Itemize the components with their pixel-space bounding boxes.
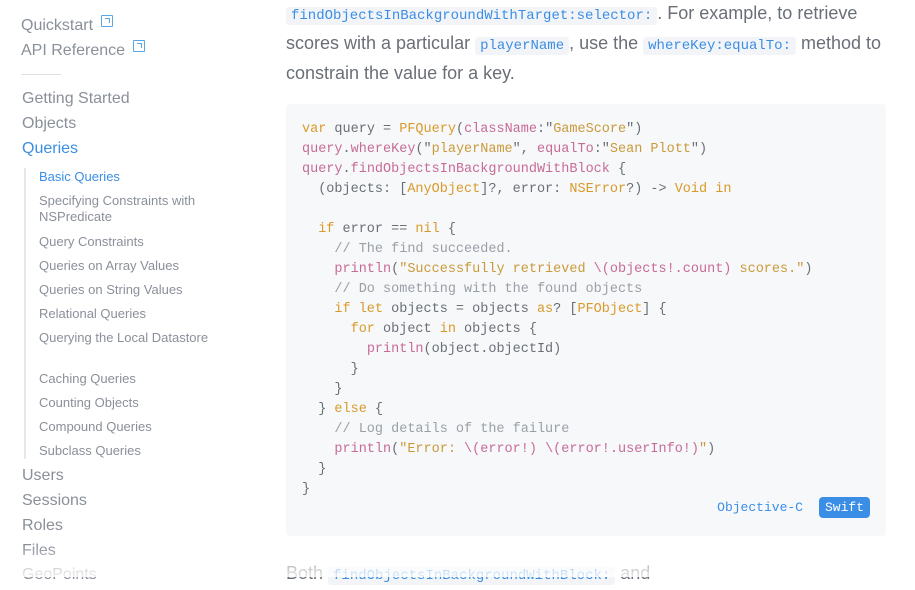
code-comment: // Do something with the found objects: [334, 282, 643, 297]
sidebar-item-files[interactable]: Files: [22, 542, 56, 560]
sidebar-item-getting-started[interactable]: Getting Started: [22, 90, 130, 108]
external-link-icon: [101, 15, 114, 27]
code-token: var: [302, 122, 327, 137]
code-token: NSError: [569, 182, 627, 197]
inline-code: findObjectsInBackgroundWithTarget:select…: [286, 7, 658, 25]
code-sample: var query = PFQuery(className:"GameScore…: [286, 104, 886, 536]
sidebar-item-users[interactable]: Users: [22, 467, 64, 485]
sidebar-item-geopoints[interactable]: GeoPoints: [22, 566, 97, 584]
sidebar-item-objects[interactable]: Objects: [22, 115, 76, 133]
sidebar-subitem-query-constraints[interactable]: Query Constraints: [39, 234, 209, 250]
language-option-objective-c[interactable]: Objective-C: [711, 497, 809, 518]
external-link-icon: [133, 40, 146, 52]
sidebar-subitem-caching-queries[interactable]: Caching Queries: [39, 371, 209, 387]
sidebar-item-roles[interactable]: Roles: [22, 517, 63, 535]
code-token: Void: [674, 182, 708, 197]
sidebar-subitem-string-values[interactable]: Queries on String Values: [39, 282, 209, 298]
sidebar-subitem-subclass-queries[interactable]: Subclass Queries: [39, 443, 209, 459]
code-token: PFQuery: [399, 122, 456, 137]
code-comment: // The find succeeded.: [334, 242, 513, 257]
sidebar-subitem-array-values[interactable]: Queries on Array Values: [39, 258, 209, 274]
sidebar-subitem-basic-queries[interactable]: Basic Queries: [39, 169, 209, 185]
code-token: whereKey: [350, 142, 416, 157]
sidebar-link-api-reference[interactable]: API Reference: [21, 40, 146, 60]
code-token: println: [334, 262, 392, 277]
inline-code: playerName: [475, 37, 570, 55]
code-token: equalTo: [536, 142, 594, 157]
code-token: Sean Plott: [609, 142, 691, 157]
code-block: var query = PFQuery(className:"GameScore…: [302, 122, 813, 497]
code-token: scores.": [731, 262, 805, 277]
code-token: query =: [326, 122, 400, 137]
code-token: \(error!): [464, 442, 537, 457]
code-token: playerName: [431, 142, 513, 157]
sidebar-link-label: Quickstart: [21, 17, 94, 34]
language-toggle: Objective-C Swift: [711, 497, 870, 518]
sidebar-subitem-local-datastore[interactable]: Querying the Local Datastore: [39, 330, 209, 346]
code-token: query: [302, 162, 343, 177]
code-token: println: [334, 442, 392, 457]
code-token: "Successfully retrieved: [399, 262, 594, 277]
intro-paragraph: findObjectsInBackgroundWithTarget:select…: [286, 0, 886, 87]
inline-code: findObjectsInBackgroundWithBlock:: [328, 567, 616, 585]
code-token: PFObject: [577, 302, 643, 317]
outro-text: and: [615, 563, 651, 583]
outro-text: Both: [286, 563, 329, 583]
inline-code: whereKey:equalTo:: [643, 37, 796, 55]
code-token: \(error!.userInfo!): [545, 442, 700, 457]
code-token: findObjectsInBackgroundWithBlock: [350, 162, 610, 177]
code-token: "Error:: [399, 442, 465, 457]
code-token: AnyObject: [407, 182, 481, 197]
sidebar-subitem-relational-queries[interactable]: Relational Queries: [39, 306, 209, 322]
sidebar-link-label: API Reference: [21, 42, 126, 59]
sidebar-subitem-counting-objects[interactable]: Counting Objects: [39, 395, 209, 411]
language-option-swift[interactable]: Swift: [818, 497, 870, 518]
submenu-rail: [24, 168, 26, 459]
sidebar-subitem-nspredicate[interactable]: Specifying Constraints with NSPredicate: [39, 193, 209, 225]
code-token: GameScore: [553, 122, 627, 137]
intro-text: , use the: [569, 33, 644, 53]
sidebar-item-sessions[interactable]: Sessions: [22, 492, 87, 510]
code-token: className: [464, 122, 537, 137]
code-comment: // Log details of the failure: [334, 422, 570, 437]
sidebar-item-queries[interactable]: Queries: [22, 140, 78, 158]
code-token: in: [715, 182, 732, 197]
code-token: println: [366, 342, 424, 357]
sidebar-link-quickstart[interactable]: Quickstart: [21, 15, 114, 35]
code-token: query: [302, 142, 343, 157]
outro-paragraph: Both findObjectsInBackgroundWithBlock: a…: [286, 560, 886, 590]
sidebar-subitem-compound-queries[interactable]: Compound Queries: [39, 419, 209, 435]
sidebar-divider: [21, 74, 61, 75]
code-token: \(objects!.count): [593, 262, 732, 277]
docs-sidebar: Quickstart API Reference Getting Started…: [0, 0, 250, 583]
